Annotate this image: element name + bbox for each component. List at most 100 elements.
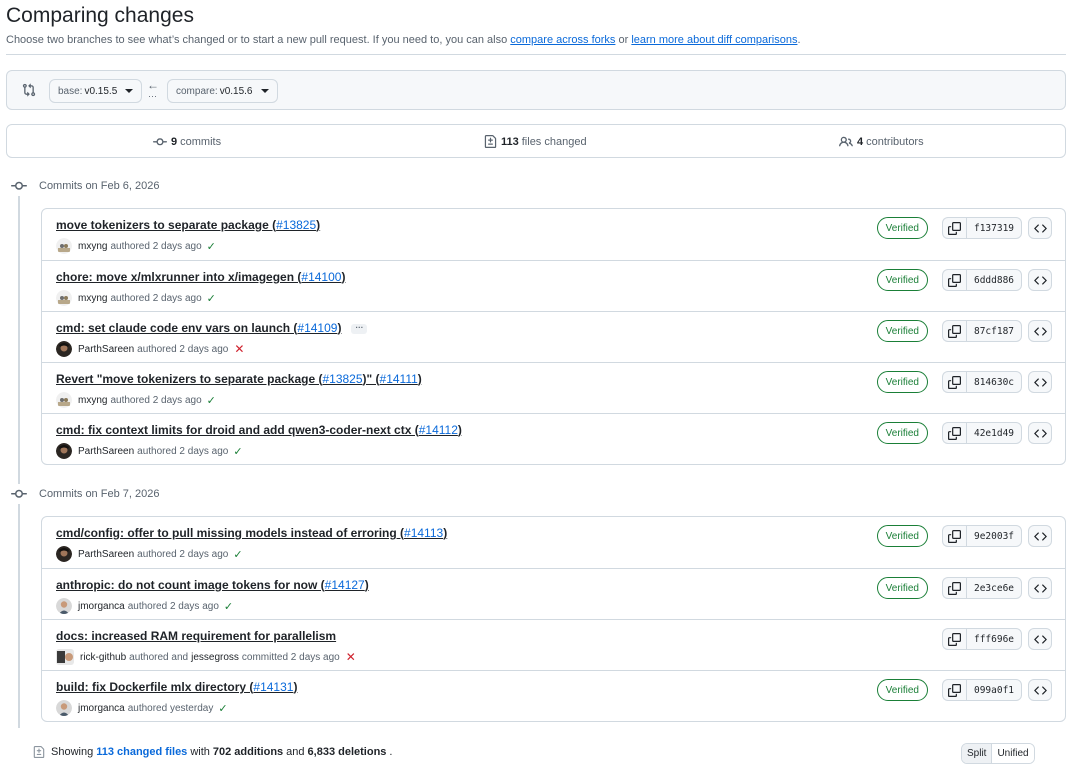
verified-badge[interactable]: Verified <box>876 217 928 239</box>
copy-sha-button[interactable] <box>942 320 966 342</box>
commit-sha-button[interactable]: 9e2003f <box>966 525 1022 547</box>
copy-sha-button[interactable] <box>942 525 966 547</box>
commit-sha-button[interactable]: 099a0f1 <box>966 679 1022 701</box>
author-link[interactable]: mxyng <box>78 241 107 252</box>
x-icon[interactable]: ✕ <box>234 342 244 356</box>
commit-title-link[interactable]: anthropic: do not count image tokens for… <box>56 578 369 592</box>
verified-badge[interactable]: Verified <box>876 577 928 599</box>
author-link[interactable]: ParthSareen <box>78 344 134 355</box>
commit-sha-button[interactable]: f137319 <box>966 217 1022 239</box>
committer-link[interactable]: jessegross <box>191 652 239 663</box>
commit-title-link[interactable]: cmd: set claude code env vars on launch … <box>56 321 368 335</box>
commits-tab[interactable]: 9 commits <box>153 135 221 149</box>
check-icon[interactable]: ✓ <box>207 240 216 253</box>
split-view-button[interactable]: Split <box>962 744 993 763</box>
verified-badge[interactable]: Verified <box>876 525 928 547</box>
pr-link[interactable]: #14112 <box>419 423 458 437</box>
browse-repo-button[interactable] <box>1028 628 1052 650</box>
commit-title-link[interactable]: docs: increased RAM requirement for para… <box>56 629 336 643</box>
author-link[interactable]: jmorganca <box>78 703 125 714</box>
files-changed-tab[interactable]: 113 files changed <box>484 135 587 148</box>
check-icon[interactable]: ✓ <box>207 292 216 305</box>
author-link[interactable]: rick-github <box>80 652 126 663</box>
commit-sha-button[interactable]: 6ddd886 <box>966 269 1022 291</box>
expand-message-button[interactable]: ··· <box>351 323 368 334</box>
code-icon <box>1033 583 1047 593</box>
check-icon[interactable]: ✓ <box>224 600 233 613</box>
x-icon[interactable]: ✕ <box>346 650 356 664</box>
avatar[interactable] <box>56 290 72 306</box>
copy-sha-button[interactable] <box>942 628 966 650</box>
copy-icon <box>948 426 961 440</box>
author-link[interactable]: ParthSareen <box>78 549 134 560</box>
avatar[interactable] <box>56 546 72 562</box>
copy-sha-button[interactable] <box>942 269 966 291</box>
commit-row: cmd: set claude code env vars on launch … <box>42 311 1065 362</box>
pr-link[interactable]: #13825 <box>322 372 362 386</box>
verified-badge[interactable]: Verified <box>876 679 928 701</box>
author-link[interactable]: jmorganca <box>78 601 125 612</box>
check-icon[interactable]: ✓ <box>233 548 242 561</box>
learn-more-link[interactable]: learn more about diff comparisons <box>631 34 797 46</box>
pr-link[interactable]: #14127 <box>325 578 365 592</box>
browse-repo-button[interactable] <box>1028 217 1052 239</box>
browse-repo-button[interactable] <box>1028 371 1052 393</box>
unified-view-button[interactable]: Unified <box>992 744 1034 763</box>
code-icon <box>1033 531 1047 541</box>
author-link[interactable]: ParthSareen <box>78 446 134 457</box>
avatar[interactable] <box>56 598 72 614</box>
pr-link[interactable]: #14100 <box>301 270 341 284</box>
verified-badge[interactable]: Verified <box>876 371 928 393</box>
commit-sha-button[interactable]: fff696e <box>966 628 1022 650</box>
copy-sha-button[interactable] <box>942 577 966 599</box>
verified-badge[interactable]: Verified <box>876 320 928 342</box>
commit-title-link[interactable]: chore: move x/mlxrunner into x/imagegen … <box>56 270 345 284</box>
chevron-down-icon <box>260 89 269 93</box>
commit-sha-button[interactable]: 87cf187 <box>966 320 1022 342</box>
avatar[interactable] <box>56 392 72 408</box>
browse-repo-button[interactable] <box>1028 577 1052 599</box>
author-link[interactable]: mxyng <box>78 395 107 406</box>
commit-title-link[interactable]: Revert "move tokenizers to separate pack… <box>56 372 422 386</box>
check-icon[interactable]: ✓ <box>233 445 242 458</box>
browse-repo-button[interactable] <box>1028 679 1052 701</box>
check-icon[interactable]: ✓ <box>218 702 227 715</box>
compare-prefix: compare: <box>176 85 218 97</box>
changed-files-link[interactable]: 113 changed files <box>96 746 187 758</box>
commit-title-link[interactable]: cmd/config: offer to pull missing models… <box>56 526 447 540</box>
browse-repo-button[interactable] <box>1028 422 1052 444</box>
verified-badge[interactable]: Verified <box>876 422 928 444</box>
avatar[interactable] <box>56 238 72 254</box>
pr-link[interactable]: #14109 <box>297 321 337 335</box>
pr-link[interactable]: #14111 <box>380 372 418 386</box>
commit-sha-button[interactable]: 42e1d49 <box>966 422 1022 444</box>
browse-repo-button[interactable] <box>1028 269 1052 291</box>
commit-meta: rick-github authored and jessegross comm… <box>56 649 356 665</box>
avatar[interactable] <box>56 443 72 459</box>
check-icon[interactable]: ✓ <box>207 394 216 407</box>
author-link[interactable]: mxyng <box>78 293 107 304</box>
commit-title-link[interactable]: move tokenizers to separate package (#13… <box>56 218 320 232</box>
base-branch-select[interactable]: base: v0.15.5 <box>49 79 143 103</box>
browse-repo-button[interactable] <box>1028 525 1052 547</box>
compare-forks-link[interactable]: compare across forks <box>510 34 615 46</box>
copy-sha-button[interactable] <box>942 679 966 701</box>
pr-link[interactable]: #14131 <box>253 680 293 694</box>
avatar[interactable] <box>56 649 74 665</box>
compare-branch-select[interactable]: compare: v0.15.6 <box>167 79 278 103</box>
pr-link[interactable]: #14113 <box>404 526 443 540</box>
commit-sha-button[interactable]: 814630c <box>966 371 1022 393</box>
copy-sha-button[interactable] <box>942 371 966 393</box>
contributors-label: contributors <box>866 136 924 148</box>
commit-sha-button[interactable]: 2e3ce6e <box>966 577 1022 599</box>
verified-badge[interactable]: Verified <box>876 269 928 291</box>
pr-link[interactable]: #13825 <box>276 218 316 232</box>
copy-sha-button[interactable] <box>942 422 966 444</box>
browse-repo-button[interactable] <box>1028 320 1052 342</box>
commit-title-link[interactable]: cmd: fix context limits for droid and ad… <box>56 423 462 437</box>
copy-sha-button[interactable] <box>942 217 966 239</box>
avatar[interactable] <box>56 700 72 716</box>
commit-title-link[interactable]: build: fix Dockerfile mlx directory (#14… <box>56 680 297 694</box>
avatar[interactable] <box>56 341 72 357</box>
contributors-tab[interactable]: 4 contributors <box>839 135 924 149</box>
